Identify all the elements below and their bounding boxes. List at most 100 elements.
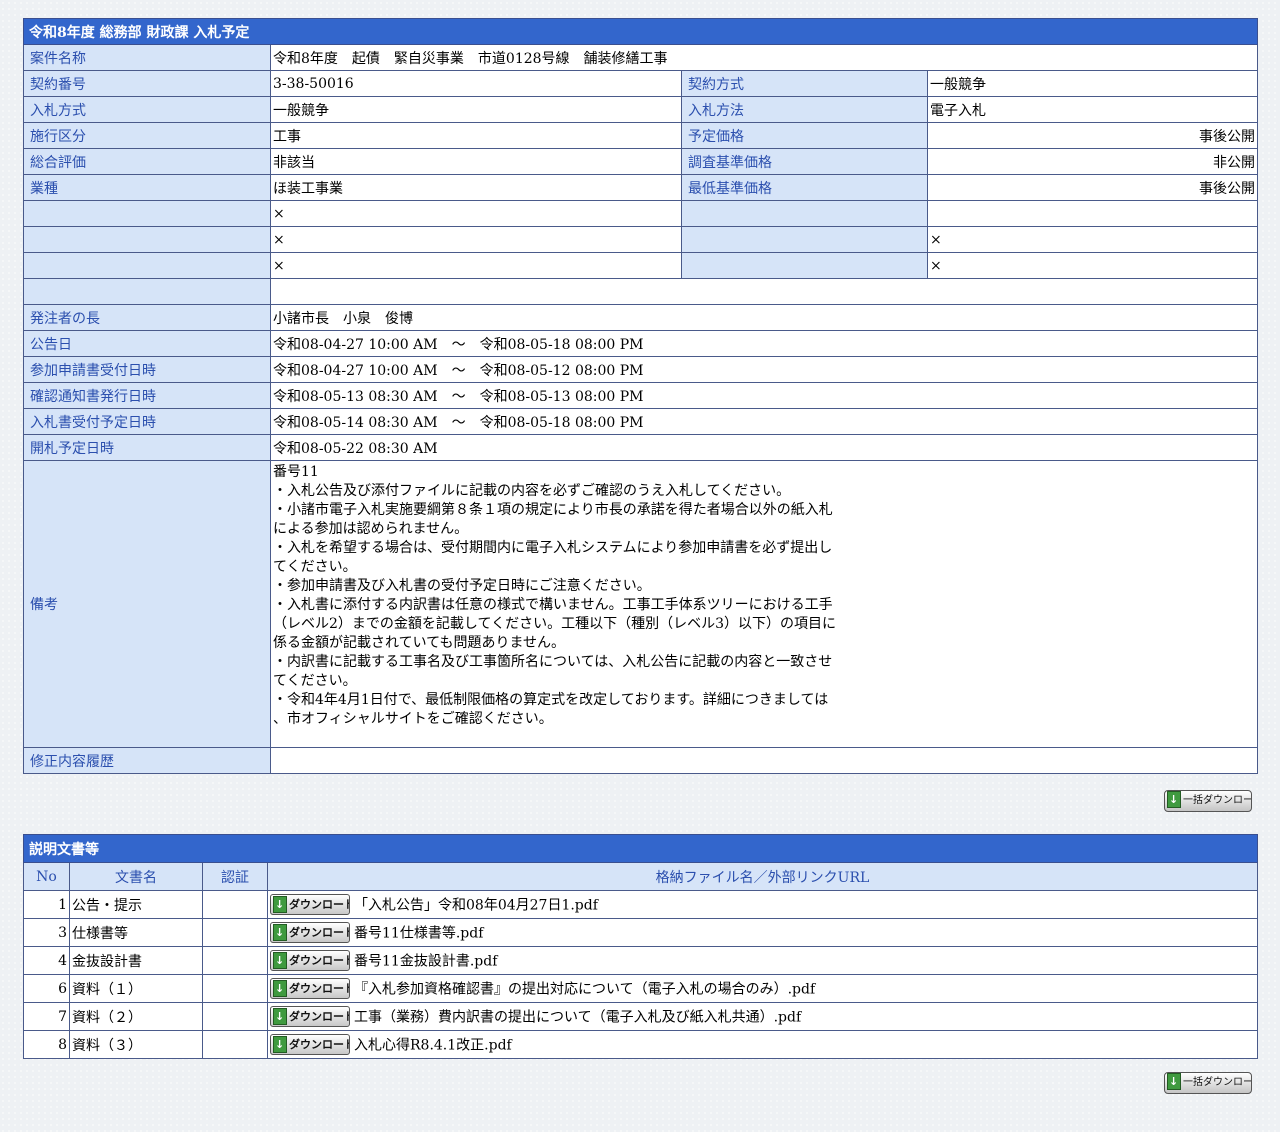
doc-no: 7 [23, 1002, 70, 1031]
confirm-issue-value: 令和08-05-13 08:30 AM ～ 令和08-05-13 08:00 P… [270, 382, 1258, 409]
download-icon [273, 1007, 287, 1026]
bid-detail-table: 令和8年度 総務部 財政課 入札予定 案件名称 令和8年度 起債 緊自災事業 市… [23, 18, 1258, 774]
download-button[interactable]: ダウンロード [270, 950, 350, 971]
doc-no: 6 [23, 974, 70, 1003]
bulk-download-button[interactable]: 一括ダウンロード [1164, 1072, 1252, 1094]
table-row: 6 資料（１） ダウンロード『入札参加資格確認書』の提出対応について（電子入札の… [23, 974, 1258, 1003]
empty-label [23, 226, 271, 253]
doc-cert [202, 946, 268, 975]
documents-title: 説明文書等 [23, 834, 1258, 863]
bid-method-label: 入札方法 [681, 96, 928, 123]
doc-file-name: 「入札公告」令和08年04月27日1.pdf [354, 897, 598, 914]
bulk-download-label: 一括ダウンロード [1183, 1077, 1252, 1088]
empty-label [23, 278, 271, 305]
doc-cert [202, 918, 268, 947]
contract-method-value: 一般競争 [927, 70, 1258, 97]
bid-type-value: 一般競争 [270, 96, 682, 123]
empty-label [23, 252, 271, 279]
download-icon [273, 951, 287, 970]
bulk-download-button[interactable]: 一括ダウンロード [1164, 790, 1252, 812]
remarks-line: 、市オフィシャルサイトをご確認ください。 [273, 711, 553, 727]
download-button-label: ダウンロード [289, 926, 350, 939]
doc-file-name: 工事（業務）費内訳書の提出について（電子入札及び紙入札共通）.pdf [354, 1009, 802, 1026]
remarks-line: ・入札を希望する場合は、受付期間内に電子入札システムにより参加申請書を必ず提出し [273, 540, 833, 556]
download-button[interactable]: ダウンロード [270, 978, 350, 999]
doc-no: 4 [23, 946, 70, 975]
table-row: 8 資料（３） ダウンロード入札心得R8.4.1改正.pdf [23, 1030, 1258, 1059]
download-icon [1167, 791, 1181, 810]
doc-name: 資料（３） [69, 1030, 203, 1059]
col-file-header: 格納ファイル名／外部リンクURL [267, 862, 1258, 891]
x-mark: × [270, 226, 682, 253]
doc-no: 1 [23, 890, 70, 919]
remarks-line: ・内訳書に記載する工事名及び工事箇所名については、入札公告に記載の内容と一致させ [273, 654, 833, 670]
opening-label: 開札予定日時 [23, 434, 271, 461]
download-button[interactable]: ダウンロード [270, 1006, 350, 1027]
download-button-label: ダウンロード [289, 898, 350, 911]
industry-value: ほ装工事業 [270, 174, 682, 201]
doc-no: 8 [23, 1030, 70, 1059]
orderer-value: 小諸市長 小泉 俊博 [270, 304, 1258, 331]
orderer-label: 発注者の長 [23, 304, 271, 331]
overall-eval-label: 総合評価 [23, 148, 271, 175]
doc-name: 仕様書等 [69, 918, 203, 947]
empty-value [270, 278, 1258, 305]
remarks-line: てください。 [273, 559, 357, 575]
download-button[interactable]: ダウンロード [270, 894, 350, 915]
x-mark: × [270, 252, 682, 279]
download-button-label: ダウンロード [289, 1038, 350, 1051]
revision-history-label: 修正内容履歴 [23, 747, 271, 774]
download-icon [273, 923, 287, 942]
remarks-label: 備考 [23, 460, 271, 748]
case-name-value: 令和8年度 起債 緊自災事業 市道0128号線 舗装修繕工事 [270, 44, 1258, 71]
survey-price-value: 非公開 [927, 148, 1258, 175]
remarks-line: てください。 [273, 673, 357, 689]
contract-method-label: 契約方式 [681, 70, 928, 97]
x-mark: × [927, 226, 1258, 253]
download-icon [1167, 1073, 1181, 1092]
x-mark: × [927, 252, 1258, 279]
doc-file-name: 番号11仕様書等.pdf [354, 925, 484, 942]
doc-cert [202, 1030, 268, 1059]
remarks-line: による参加は認められません。 [273, 521, 469, 537]
download-button[interactable]: ダウンロード [270, 922, 350, 943]
download-button[interactable]: ダウンロード [270, 1034, 350, 1055]
announce-date-label: 公告日 [23, 330, 271, 357]
empty-label [681, 200, 928, 227]
col-no-header: No [23, 862, 70, 891]
remarks-line: ・入札公告及び添付ファイルに記載の内容を必ずご確認のうえ入札してください。 [273, 483, 791, 499]
table-row: 1 公告・提示 ダウンロード「入札公告」令和08年04月27日1.pdf [23, 890, 1258, 919]
apply-period-label: 参加申請書受付日時 [23, 356, 271, 383]
bid-method-value: 電子入札 [927, 96, 1258, 123]
col-cert-header: 認証 [202, 862, 268, 891]
bid-accept-label: 入札書受付予定日時 [23, 408, 271, 435]
announce-date-value: 令和08-04-27 10:00 AM ～ 令和08-05-18 08:00 P… [270, 330, 1258, 357]
contract-no-label: 契約番号 [23, 70, 271, 97]
table-row: 7 資料（２） ダウンロード工事（業務）費内訳書の提出について（電子入札及び紙入… [23, 1002, 1258, 1031]
remarks-line: ・令和4年4月1日付で、最低制限価格の算定式を改定しております。詳細につきまして… [273, 692, 829, 708]
planned-price-label: 予定価格 [681, 122, 928, 149]
doc-name: 金抜設計書 [69, 946, 203, 975]
confirm-issue-label: 確認通知書発行日時 [23, 382, 271, 409]
case-name-label: 案件名称 [23, 44, 271, 71]
bid-accept-value: 令和08-05-14 08:30 AM ～ 令和08-05-18 08:00 P… [270, 408, 1258, 435]
doc-cert [202, 1002, 268, 1031]
doc-name: 資料（１） [69, 974, 203, 1003]
revision-history-value [270, 747, 1258, 774]
doc-file-name: 『入札参加資格確認書』の提出対応について（電子入札の場合のみ）.pdf [354, 981, 816, 998]
remarks-line: ・入札書に添付する内訳書は任意の様式で構いません。工事工手体系ツリーにおける工手 [273, 597, 833, 613]
remarks-line: （レベル2）までの金額を記載してください。工種以下（種別（レベル3）以下）の項目… [273, 616, 836, 632]
download-icon [273, 979, 287, 998]
work-class-label: 施行区分 [23, 122, 271, 149]
table-row: 4 金抜設計書 ダウンロード番号11金抜設計書.pdf [23, 946, 1258, 975]
remarks-value: 番号11 ・入札公告及び添付ファイルに記載の内容を必ずご確認のうえ入札してくださ… [270, 460, 1258, 748]
min-price-label: 最低基準価格 [681, 174, 928, 201]
download-button-label: ダウンロード [289, 1010, 350, 1023]
empty-label [681, 252, 928, 279]
bid-type-label: 入札方式 [23, 96, 271, 123]
remarks-line: 係る金額が記載されていても問題ありません。 [273, 635, 566, 651]
x-mark: × [270, 200, 682, 227]
survey-price-label: 調査基準価格 [681, 148, 928, 175]
empty-label [681, 226, 928, 253]
opening-value: 令和08-05-22 08:30 AM [270, 434, 1258, 461]
